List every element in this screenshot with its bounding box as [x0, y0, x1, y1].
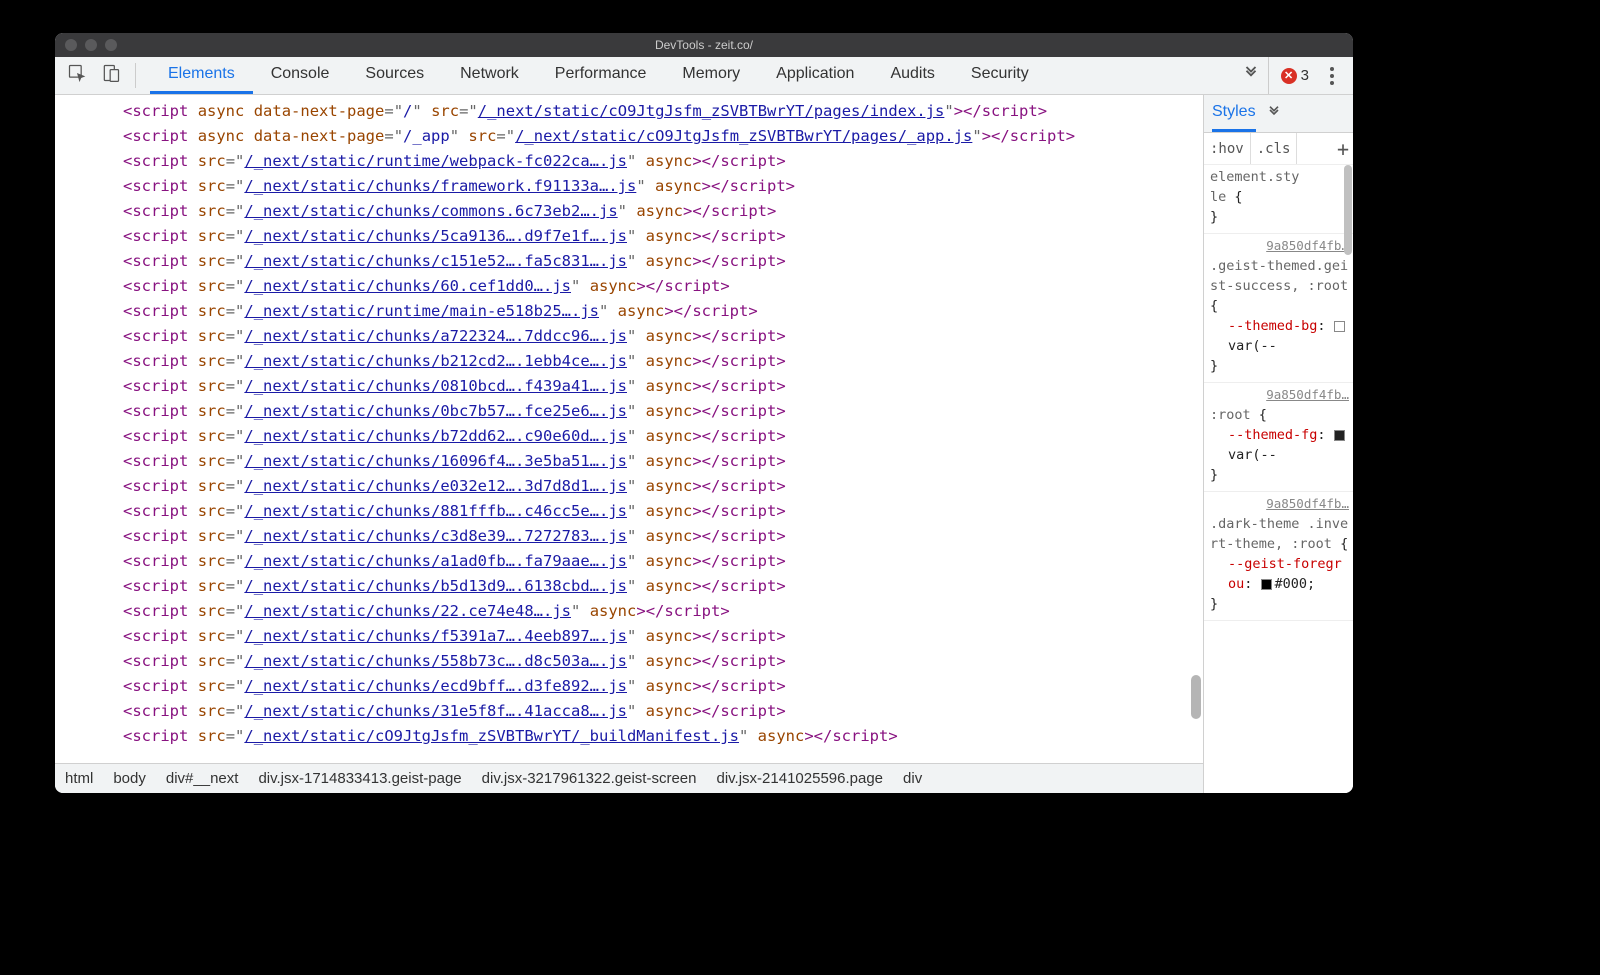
styles-filter-bar: :hov .cls + [1204, 133, 1353, 165]
breadcrumb-item[interactable]: div.jsx-1714833413.geist-page [258, 770, 461, 787]
tab-sources[interactable]: Sources [347, 57, 442, 94]
styles-rules[interactable]: element.style {}9a850df4fb….geist-themed… [1204, 165, 1353, 793]
new-style-rule-button[interactable]: + [1333, 133, 1353, 164]
tab-security[interactable]: Security [953, 57, 1047, 94]
dom-node-script[interactable]: <script src="/_next/static/chunks/31e5f8… [73, 699, 1203, 724]
hover-toggle[interactable]: :hov [1204, 133, 1251, 164]
breadcrumb-item[interactable]: div#__next [166, 770, 239, 787]
zoom-window-button[interactable] [105, 39, 117, 51]
style-rule[interactable]: element.style {} [1204, 165, 1353, 234]
titlebar: DevTools - zeit.co/ [55, 33, 1353, 57]
dom-tree[interactable]: <script async data-next-page="/" src="/_… [55, 95, 1203, 763]
tab-network[interactable]: Network [442, 57, 537, 94]
breadcrumb-item[interactable]: div.jsx-3217961322.geist-screen [482, 770, 697, 787]
dom-node-script[interactable]: <script src="/_next/static/chunks/0bc7b5… [73, 399, 1203, 424]
elements-panel: <script async data-next-page="/" src="/_… [55, 95, 1203, 793]
tab-performance[interactable]: Performance [537, 57, 665, 94]
tab-elements[interactable]: Elements [150, 57, 253, 94]
inspect-element-icon[interactable] [67, 63, 87, 88]
more-tabs-chevron-icon[interactable] [1242, 64, 1260, 87]
style-rule[interactable]: 9a850df4fb….geist-themed.geist-success, … [1204, 234, 1353, 383]
panel-tabs: ElementsConsoleSourcesNetworkPerformance… [150, 57, 1234, 94]
dom-node-script[interactable]: <script src="/_next/static/chunks/b5d13d… [73, 574, 1203, 599]
dom-node-script[interactable]: <script src="/_next/static/chunks/e032e1… [73, 474, 1203, 499]
dom-node-script[interactable]: <script src="/_next/static/chunks/60.cef… [73, 274, 1203, 299]
dom-node-script[interactable]: <script src="/_next/static/runtime/webpa… [73, 149, 1203, 174]
style-rule[interactable]: 9a850df4fb…:root {--themed-fg: var(--} [1204, 383, 1353, 492]
dom-node-script[interactable]: <script src="/_next/static/chunks/558b73… [73, 649, 1203, 674]
tab-application[interactable]: Application [758, 57, 872, 94]
dom-node-script[interactable]: <script src="/_next/static/chunks/0810bc… [73, 374, 1203, 399]
styles-more-chevron-icon[interactable] [1266, 104, 1282, 123]
styles-scrollbar[interactable] [1343, 165, 1353, 793]
dom-node-script[interactable]: <script src="/_next/static/chunks/a1ad0f… [73, 549, 1203, 574]
dom-node-script[interactable]: <script src="/_next/static/chunks/c3d8e3… [73, 524, 1203, 549]
dom-node-script[interactable]: <script src="/_next/static/chunks/framew… [73, 174, 1203, 199]
dom-node-script[interactable]: <script src="/_next/static/runtime/main-… [73, 299, 1203, 324]
dom-node-script[interactable]: <script src="/_next/static/chunks/16096f… [73, 449, 1203, 474]
dom-node-script[interactable]: <script src="/_next/static/chunks/ecd9bf… [73, 674, 1203, 699]
error-count-badge[interactable]: ✕ 3 [1281, 67, 1309, 84]
dom-node-script[interactable]: <script src="/_next/static/chunks/b72dd6… [73, 424, 1203, 449]
tab-styles[interactable]: Styles [1212, 95, 1256, 132]
window-title: DevTools - zeit.co/ [55, 38, 1353, 52]
dom-node-script[interactable]: <script src="/_next/static/chunks/5ca913… [73, 224, 1203, 249]
styles-tabs: Styles [1204, 95, 1353, 133]
stylesheet-link[interactable]: 9a850df4fb… [1266, 236, 1349, 256]
tab-audits[interactable]: Audits [872, 57, 952, 94]
minimize-window-button[interactable] [85, 39, 97, 51]
dom-node-script[interactable]: <script async data-next-page="/" src="/_… [73, 99, 1203, 124]
styles-panel: Styles :hov .cls + element.style {}9a850… [1203, 95, 1353, 793]
dom-node-script[interactable]: <script src="/_next/static/chunks/22.ce7… [73, 599, 1203, 624]
window-controls[interactable] [65, 39, 117, 51]
dom-node-script[interactable]: <script src="/_next/static/chunks/c151e5… [73, 249, 1203, 274]
devtools-menu-icon[interactable] [1323, 67, 1341, 85]
dom-node-script[interactable]: <script src="/_next/static/chunks/f5391a… [73, 624, 1203, 649]
stylesheet-link[interactable]: 9a850df4fb… [1266, 494, 1349, 514]
breadcrumb-item[interactable]: div.jsx-2141025596.page [717, 770, 884, 787]
tab-console[interactable]: Console [253, 57, 348, 94]
devtools-window: DevTools - zeit.co/ ElementsConsoleSourc… [55, 33, 1353, 793]
error-icon: ✕ [1281, 68, 1297, 84]
dom-node-script[interactable]: <script src="/_next/static/chunks/881fff… [73, 499, 1203, 524]
dom-node-script[interactable]: <script src="/_next/static/cO9JtgJsfm_zS… [73, 724, 1203, 749]
tab-memory[interactable]: Memory [664, 57, 758, 94]
close-window-button[interactable] [65, 39, 77, 51]
stylesheet-link[interactable]: 9a850df4fb… [1266, 385, 1349, 405]
main-toolbar: ElementsConsoleSourcesNetworkPerformance… [55, 57, 1353, 95]
breadcrumb-item[interactable]: div [903, 770, 922, 787]
dom-node-script[interactable]: <script src="/_next/static/chunks/b212cd… [73, 349, 1203, 374]
style-rule[interactable]: 9a850df4fb….dark-theme .invert-theme, :r… [1204, 492, 1353, 621]
breadcrumb: html body div#__next div.jsx-1714833413.gei… [55, 763, 1203, 793]
breadcrumb-item[interactable]: body [113, 770, 146, 787]
dom-node-script[interactable]: <script src="/_next/static/chunks/a72232… [73, 324, 1203, 349]
device-toolbar-icon[interactable] [101, 63, 121, 88]
error-count: 3 [1301, 67, 1309, 84]
breadcrumb-item[interactable]: html [65, 770, 93, 787]
dom-node-script[interactable]: <script src="/_next/static/chunks/common… [73, 199, 1203, 224]
elements-scrollbar[interactable] [1189, 95, 1203, 763]
dom-node-script[interactable]: <script async data-next-page="/_app" src… [73, 124, 1203, 149]
cls-toggle[interactable]: .cls [1251, 133, 1298, 164]
